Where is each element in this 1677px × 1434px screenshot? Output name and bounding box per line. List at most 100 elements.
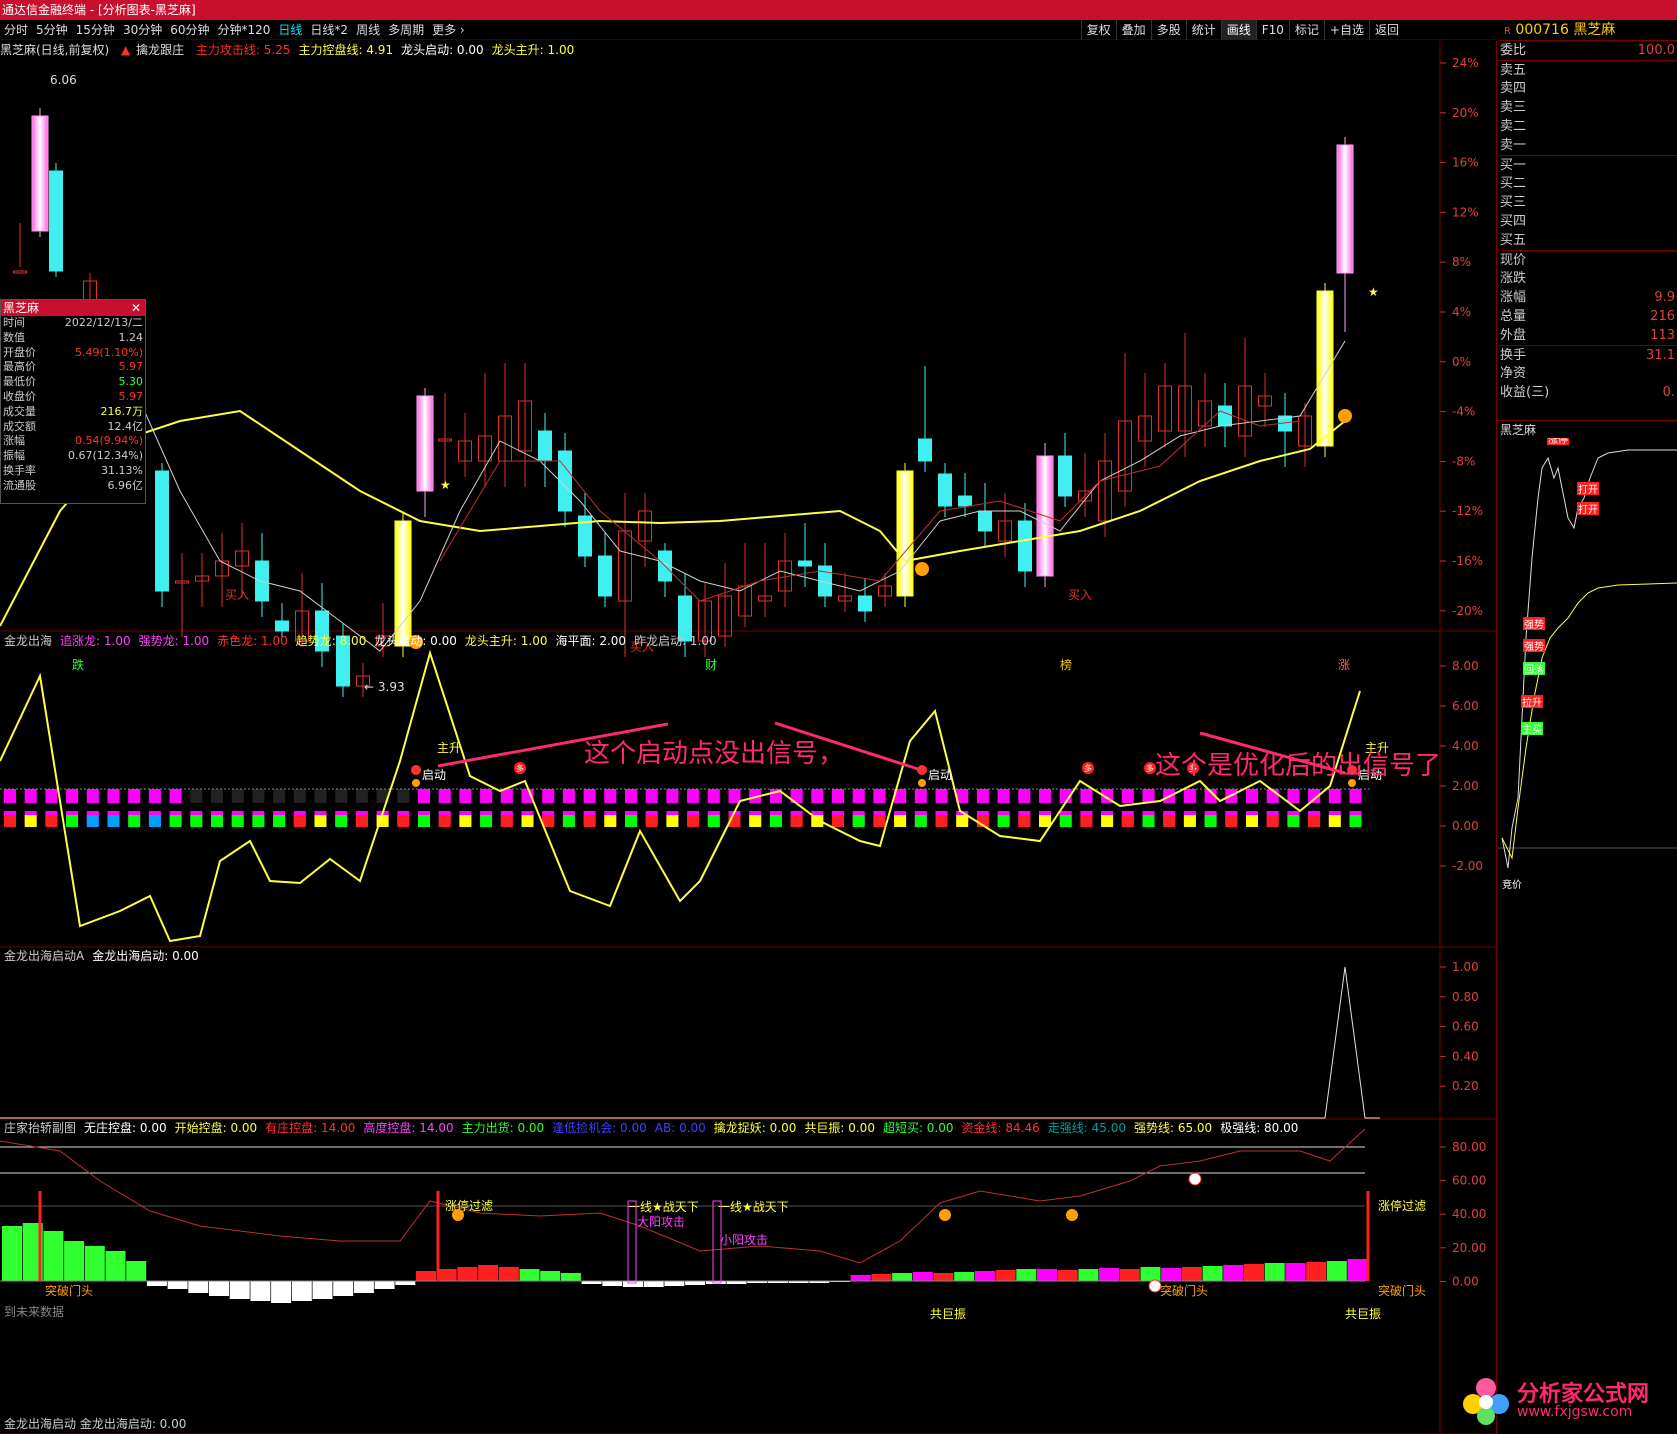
power-bar xyxy=(850,1275,871,1281)
tool-button-2[interactable]: 多股 xyxy=(1150,20,1186,40)
info-key: 开盘价 xyxy=(3,345,36,359)
tool-button-6[interactable]: 标记 xyxy=(1288,20,1324,40)
y-tick-label: 0.20 xyxy=(1452,1079,1479,1093)
candle-body xyxy=(13,270,27,274)
intraday-mini-chart[interactable]: 黑芝麻 强势 强势 回落 拉升 主买 竞价 打开 打开 涨停 xyxy=(1498,420,1677,1434)
candle-body xyxy=(394,520,412,647)
hdr-item-1: 无庄控盘: 0.00 xyxy=(84,1121,167,1135)
info-value: 5.97 xyxy=(118,389,144,403)
hdr-item-1: 金龙出海启动: 0.00 xyxy=(92,949,199,963)
signal-block xyxy=(583,815,596,827)
signal-block xyxy=(314,815,327,827)
candle-body xyxy=(1058,455,1072,497)
mini-tag-label: 拉升 xyxy=(1522,696,1542,709)
quote-row: 买五 xyxy=(1498,231,1677,250)
mini-chart-title: 黑芝麻 xyxy=(1498,420,1677,438)
period-tab-3[interactable]: 30分钟 xyxy=(119,20,166,40)
y-tick-label: -4% xyxy=(1452,405,1475,419)
period-tab-9[interactable]: 多周期 xyxy=(384,20,428,40)
quote-key: 卖三 xyxy=(1500,100,1527,115)
ma-line-white xyxy=(139,340,1346,652)
signal-block xyxy=(397,815,410,827)
trend-dragon-line xyxy=(0,649,1361,943)
signal-block xyxy=(894,815,907,827)
signal-block xyxy=(335,789,348,803)
power-bar xyxy=(229,1281,250,1299)
period-tab-1[interactable]: 5分钟 xyxy=(32,20,72,40)
period-tab-5[interactable]: 分钟*120 xyxy=(214,20,275,40)
period-tab-8[interactable]: 周线 xyxy=(352,20,384,40)
quote-key: 现价 xyxy=(1500,253,1527,268)
tool-button-3[interactable]: 统计 xyxy=(1185,20,1221,40)
close-icon[interactable]: ✕ xyxy=(131,300,141,316)
info-key: 收盘价 xyxy=(3,389,36,403)
period-tab-6[interactable]: 日线 xyxy=(274,20,306,40)
signal-block xyxy=(128,815,141,827)
period-tab-10[interactable]: 更多 › xyxy=(428,20,469,40)
signal-block xyxy=(1142,789,1155,803)
y-tick-label: 4% xyxy=(1452,305,1471,319)
tool-button-0[interactable]: 复权 xyxy=(1080,20,1116,40)
quote-row: 外盘 113 xyxy=(1498,326,1677,345)
hdr-item-11: 资金线: 84.46 xyxy=(961,1121,1040,1135)
signal-block xyxy=(45,815,58,827)
signal-block xyxy=(1163,815,1176,827)
tp-label: 突破门头 xyxy=(1378,1283,1426,1298)
candle-body xyxy=(1018,520,1032,572)
y-tick-label: 2.00 xyxy=(1452,779,1479,793)
period-tab-2[interactable]: 15分钟 xyxy=(72,20,119,40)
hdr-item-13: 强势线: 65.00 xyxy=(1133,1121,1213,1135)
duo-label: 多 xyxy=(1084,763,1092,773)
power-bar xyxy=(933,1273,954,1281)
signal-block xyxy=(666,789,679,803)
tool-button-4[interactable]: 画线 xyxy=(1220,20,1256,40)
y-tick-label: 24% xyxy=(1452,56,1479,70)
signal-block xyxy=(1039,815,1051,827)
signal-block xyxy=(707,815,720,827)
quote-row: 委比 100.0 xyxy=(1498,41,1677,60)
candle-body xyxy=(31,115,49,232)
quote-key: 外盘 xyxy=(1500,328,1527,343)
period-tabs: 分时 5分钟 15分钟 30分钟 60分钟 分钟*120 日线 日线*2 周线 多周期 更多 › xyxy=(0,20,469,40)
hdr-item-10: 超短买: 0.00 xyxy=(882,1121,954,1135)
power-bar xyxy=(954,1272,975,1281)
hdr-item-4: 高度控盘: 14.00 xyxy=(363,1121,454,1135)
hdr-item-1: 追涨龙: 1.00 xyxy=(60,634,131,648)
y-tick-label: 8% xyxy=(1452,255,1471,269)
power-bar xyxy=(974,1271,995,1281)
power-bar xyxy=(478,1265,499,1281)
info-key: 最高价 xyxy=(3,360,36,374)
signal-block xyxy=(418,815,430,827)
signal-dot-icon xyxy=(918,779,926,787)
power-bar xyxy=(167,1281,188,1289)
quote-row: 净资 xyxy=(1498,364,1677,383)
period-tab-7[interactable]: 日线*2 xyxy=(306,20,352,40)
signal-block xyxy=(997,815,1010,827)
signal-block xyxy=(625,815,637,827)
power-bar xyxy=(1202,1266,1223,1281)
signal-block xyxy=(1328,815,1341,827)
y-tick-label: 4.00 xyxy=(1452,739,1479,753)
signal-block xyxy=(625,789,637,803)
period-tab-4[interactable]: 60分钟 xyxy=(166,20,213,40)
gjz-label: 共巨振 xyxy=(1345,1307,1381,1321)
info-window[interactable]: 黑芝麻 ✕ 时间 2022/12/13/二 数值 1.24 开盘价 5.49(1.10%)… xyxy=(0,299,146,504)
signal-block xyxy=(128,789,141,803)
y-tick-label: 0.00 xyxy=(1452,819,1479,833)
tool-button-1[interactable]: 叠加 xyxy=(1115,20,1151,40)
star-icon: ★ xyxy=(440,478,451,492)
mini-tag-label: 强势 xyxy=(1524,618,1544,631)
tool-button-7[interactable]: +自选 xyxy=(1323,20,1369,40)
period-tab-0[interactable]: 分时 xyxy=(0,20,32,40)
info-row: 成交量 216.7万 xyxy=(1,405,145,420)
candle-body xyxy=(1336,144,1354,274)
y-tick-label: 12% xyxy=(1452,205,1479,219)
signal-block xyxy=(1039,789,1051,803)
chart-area[interactable]: 黑芝麻(日线,前复权) ▲ 擒龙跟庄 主力攻击线: 5.25 主力控盘线: 4.9… xyxy=(0,41,1497,1434)
tool-button-5[interactable]: F10 xyxy=(1255,20,1289,40)
quote-key: 卖一 xyxy=(1500,138,1527,153)
signal-dot-icon xyxy=(412,779,420,787)
info-row: 收盘价 5.97 xyxy=(1,390,145,405)
hdr-item-8: 昨龙启动: 1.00 xyxy=(634,634,717,648)
tool-button-8[interactable]: 返回 xyxy=(1368,20,1404,40)
